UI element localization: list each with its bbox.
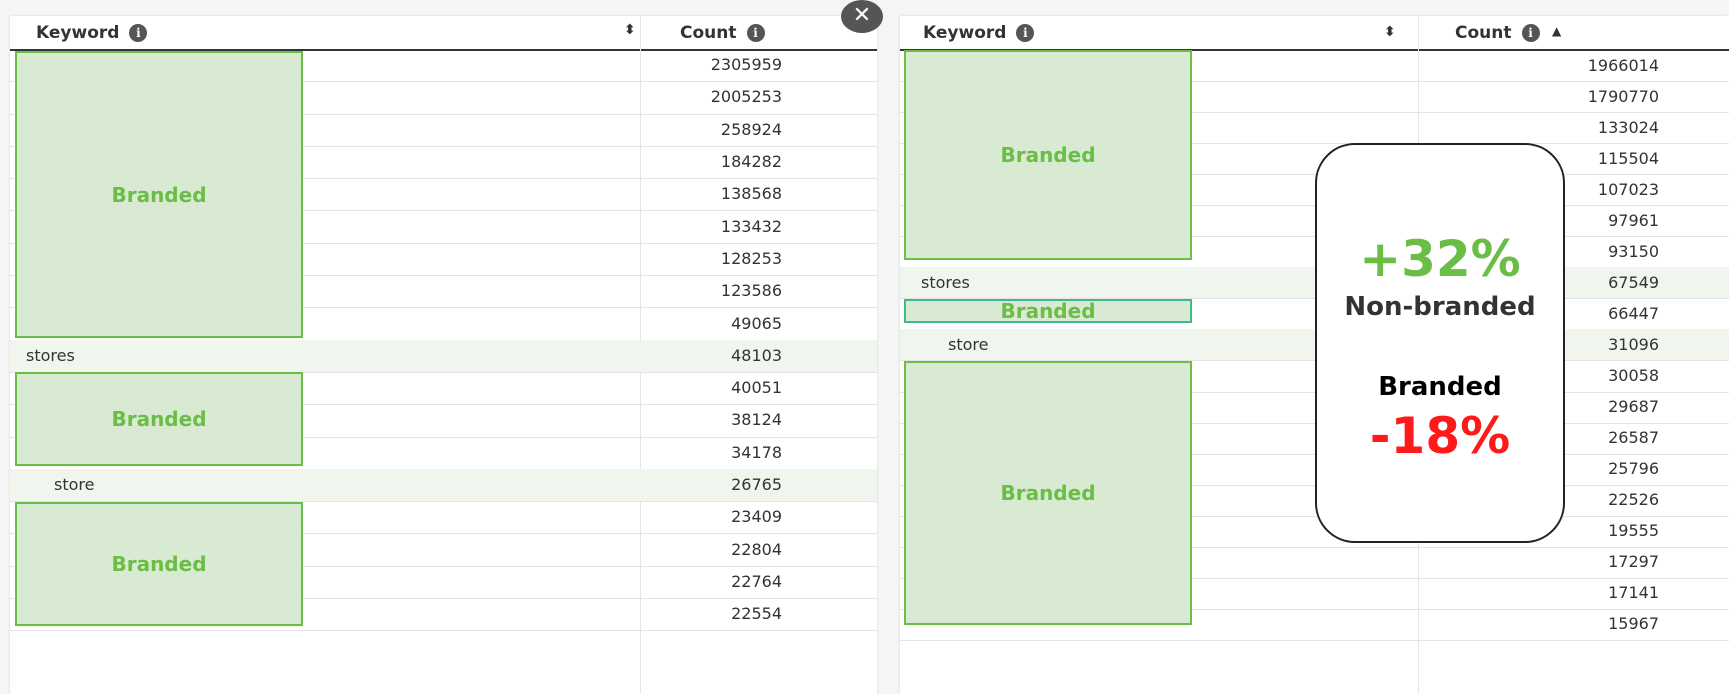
keyword-cell: stores: [921, 272, 970, 292]
count-cell: 31096: [1608, 334, 1659, 354]
count-cell: 1966014: [1587, 55, 1659, 75]
count-cell: 23409: [731, 507, 782, 527]
count-cell: 22804: [731, 539, 782, 559]
count-cell: 184282: [720, 152, 782, 172]
branded-overlay: Branded: [904, 361, 1192, 625]
count-cell: 133432: [720, 216, 782, 236]
count-cell: 2005253: [710, 87, 782, 107]
count-cell: 48103: [731, 345, 782, 365]
count-cell: 17141: [1608, 583, 1659, 603]
keyword-cell: store: [54, 475, 95, 495]
count-header-label: Count: [680, 22, 737, 43]
branded-overlay: Branded: [15, 51, 303, 338]
count-cell: 22526: [1608, 490, 1659, 510]
count-cell: 26587: [1608, 428, 1659, 448]
count-cell: 22764: [731, 571, 782, 591]
info-icon[interactable]: i: [129, 23, 148, 42]
keyword-column-header[interactable]: Keyword i: [36, 16, 148, 49]
count-cell: 2305959: [710, 55, 782, 75]
branded-overlay: Branded: [15, 502, 303, 626]
keyword-cell: store: [948, 334, 989, 354]
sort-ascending-icon[interactable]: ▲: [1552, 24, 1561, 38]
branded-overlay-label: Branded: [1000, 299, 1096, 323]
count-cell: 97961: [1608, 210, 1659, 230]
count-cell: 26765: [731, 475, 782, 495]
branded-overlay-label: Branded: [1000, 481, 1096, 505]
branded-overlay: Branded: [904, 50, 1192, 260]
sort-icon[interactable]: ⬍: [1384, 24, 1396, 40]
left-keyword-table: Keyword i ⬍ Count i 2305959 2005253 258924…: [10, 16, 877, 694]
close-button[interactable]: ✕: [841, 0, 883, 33]
count-header-label: Count: [1455, 22, 1512, 43]
info-icon[interactable]: i: [746, 23, 765, 42]
count-cell: 29687: [1608, 397, 1659, 417]
branded-overlay-label: Branded: [1000, 143, 1096, 167]
info-icon[interactable]: i: [1521, 23, 1540, 42]
count-cell: 128253: [720, 248, 782, 268]
table-header: Keyword i ⬍ Count i ▲: [900, 16, 1729, 51]
count-cell: 1790770: [1587, 86, 1659, 106]
count-cell: 15967: [1608, 614, 1659, 634]
keyword-header-label: Keyword: [36, 22, 120, 43]
count-cell: 93150: [1608, 241, 1659, 261]
count-cell: 133024: [1597, 117, 1659, 137]
branded-label: Branded: [1378, 372, 1502, 402]
count-cell: 34178: [731, 442, 782, 462]
branded-overlay-label: Branded: [111, 552, 207, 576]
count-column-header[interactable]: Count i: [680, 16, 765, 49]
info-icon[interactable]: i: [1016, 23, 1035, 42]
count-cell: 49065: [731, 313, 782, 333]
table-row[interactable]: store 26765: [10, 468, 877, 503]
sort-icon[interactable]: ⬍: [624, 22, 636, 38]
branded-overlay: Branded: [15, 372, 303, 466]
nonbranded-change-value: +32%: [1359, 230, 1521, 288]
count-cell: 22554: [731, 604, 782, 624]
branded-change-value: -18%: [1369, 407, 1511, 465]
count-cell: 17297: [1608, 552, 1659, 572]
branded-overlay-label: Branded: [111, 407, 207, 431]
count-cell: 67549: [1608, 272, 1659, 292]
count-cell: 138568: [720, 184, 782, 204]
keyword-cell: stores: [26, 345, 75, 365]
count-cell: 258924: [720, 119, 782, 139]
change-summary-callout: +32% Non-branded Branded -18%: [1315, 143, 1565, 543]
count-cell: 107023: [1597, 179, 1659, 199]
table-row[interactable]: stores 48103: [10, 339, 877, 373]
count-cell: 30058: [1608, 366, 1659, 386]
table-header: Keyword i ⬍ Count i: [10, 16, 877, 51]
keyword-column-header[interactable]: Keyword i: [923, 16, 1035, 49]
count-cell: 66447: [1608, 303, 1659, 323]
branded-overlay-label: Branded: [111, 182, 207, 207]
count-cell: 38124: [731, 410, 782, 430]
count-cell: 115504: [1597, 148, 1659, 168]
count-cell: 40051: [731, 378, 782, 398]
branded-overlay: Branded: [904, 299, 1192, 323]
nonbranded-label: Non-branded: [1344, 292, 1536, 322]
count-cell: 25796: [1608, 459, 1659, 479]
count-cell: 123586: [720, 281, 782, 301]
keyword-header-label: Keyword: [923, 22, 1007, 43]
count-cell: 19555: [1608, 521, 1659, 541]
count-column-header[interactable]: Count i: [1455, 16, 1540, 49]
